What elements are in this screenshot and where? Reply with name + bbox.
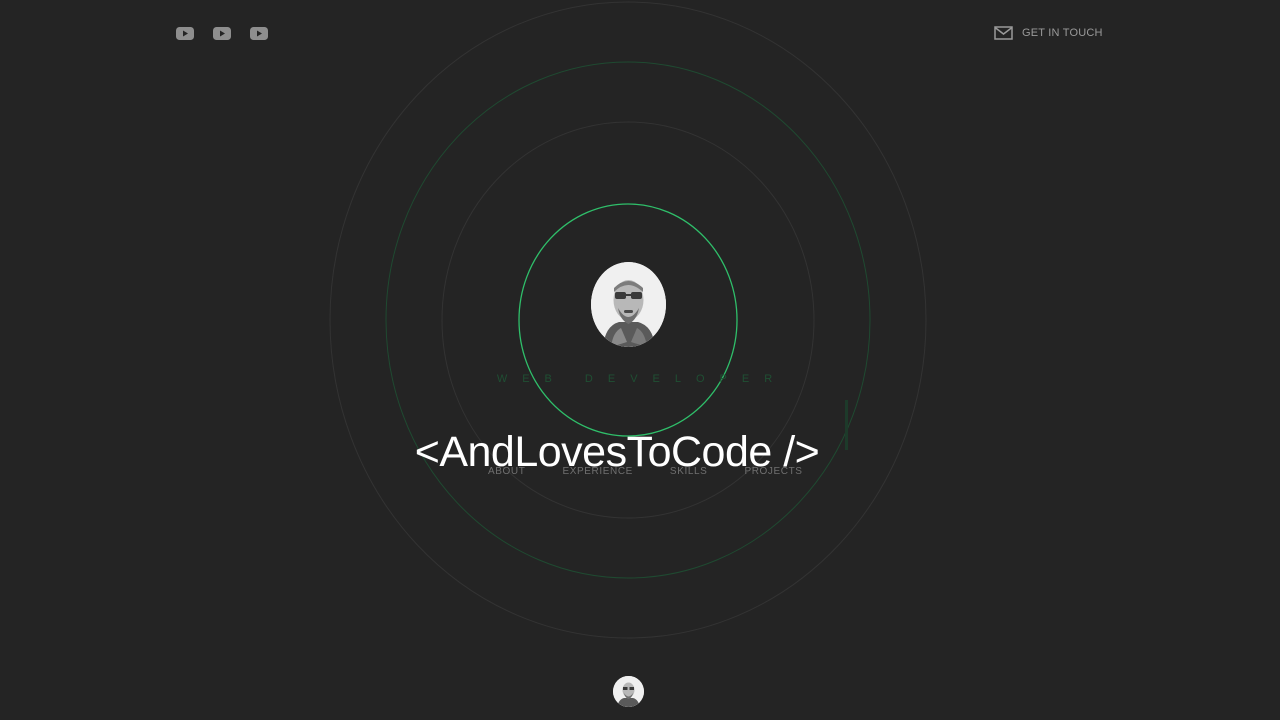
scroll-avatar-button[interactable] (613, 676, 644, 707)
nav-about[interactable]: ABOUT (488, 466, 525, 477)
profile-photo (591, 262, 666, 347)
youtube-icon (250, 27, 268, 40)
youtube-link[interactable] (212, 25, 232, 42)
profile-photo-small (613, 676, 644, 707)
youtube-link[interactable] (249, 25, 269, 42)
nav-skills[interactable]: SKILLS (670, 466, 708, 477)
social-links (175, 25, 269, 42)
hero-subtitle: WEB DEVELOPER (496, 373, 788, 385)
youtube-icon (176, 27, 194, 40)
background-rings (329, 1, 927, 639)
get-in-touch-link[interactable]: GET IN TOUCH (994, 26, 1103, 40)
main-nav: ABOUT EXPERIENCE SKILLS PROJECTS (488, 466, 803, 477)
landing-page: GET IN TOUCH WEB DEVELOPER <AndLovesToCo… (0, 0, 1280, 720)
mail-icon (994, 26, 1013, 40)
get-in-touch-label: GET IN TOUCH (1022, 27, 1103, 39)
typing-cursor (845, 400, 848, 450)
nav-projects[interactable]: PROJECTS (744, 466, 802, 477)
youtube-icon (213, 27, 231, 40)
youtube-link[interactable] (175, 25, 195, 42)
nav-experience[interactable]: EXPERIENCE (562, 466, 632, 477)
profile-avatar (591, 262, 666, 347)
